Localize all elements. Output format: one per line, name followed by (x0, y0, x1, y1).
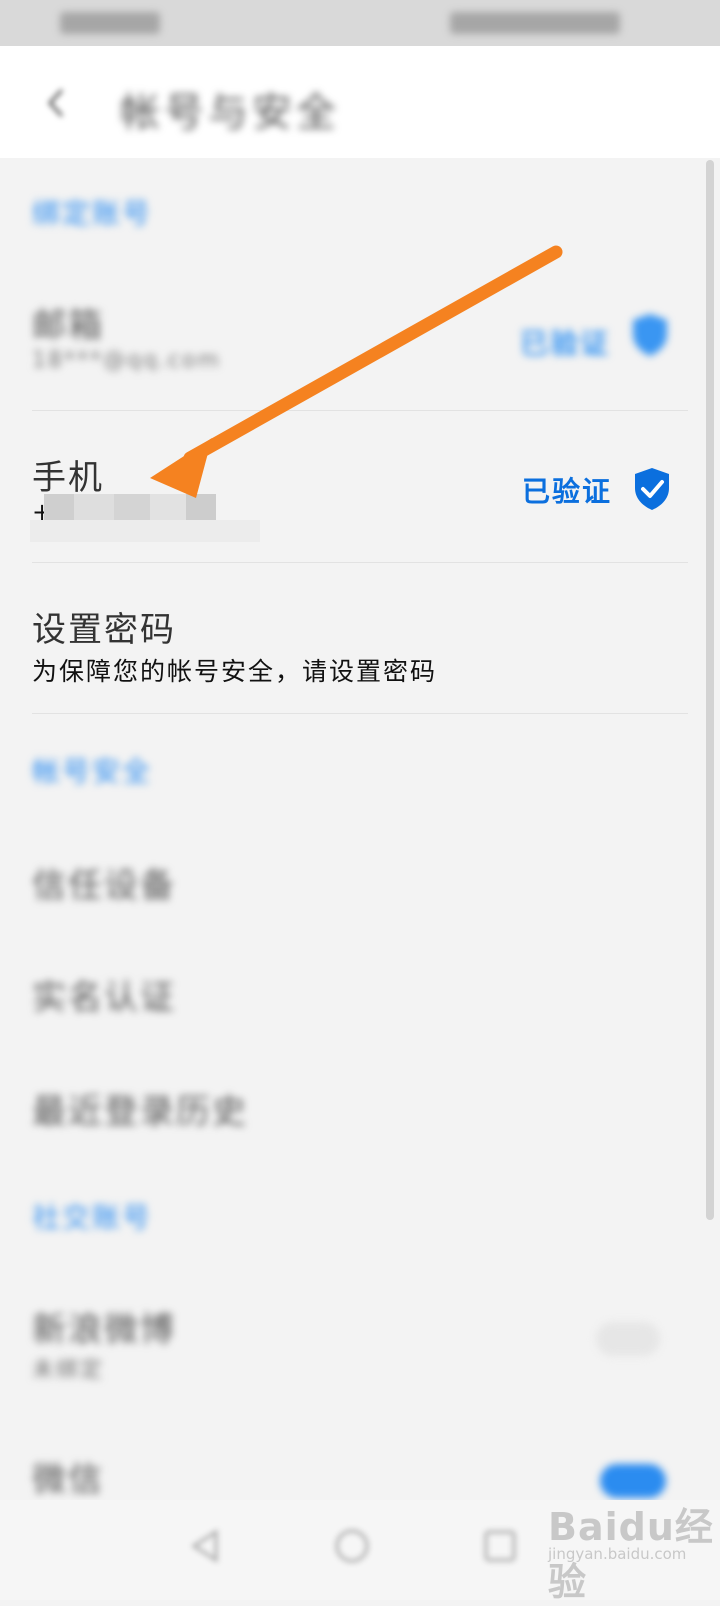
app-bar: 帐号与安全 (0, 46, 720, 158)
status-right-icons (450, 12, 620, 34)
divider (32, 713, 688, 714)
divider (32, 562, 688, 563)
email-value: 18***@qq.com (32, 348, 221, 373)
back-icon[interactable] (40, 86, 74, 120)
nav-back-icon[interactable] (186, 1526, 226, 1566)
weibo-toggle[interactable] (596, 1322, 660, 1356)
annotation-arrow (150, 245, 563, 498)
nav-home-icon[interactable] (332, 1526, 372, 1566)
weibo-title: 新浪微博 (32, 1310, 176, 1350)
list-item-real-name[interactable]: 实名认证 (32, 970, 176, 1019)
section-header-bound-accounts: 绑定账号 (32, 197, 153, 230)
section-header-account-security: 帐号安全 (32, 755, 153, 788)
nav-recents-icon[interactable] (480, 1526, 520, 1566)
wechat-title: 微信 (32, 1460, 104, 1500)
email-title: 邮箱 (32, 306, 104, 346)
wechat-toggle[interactable] (600, 1464, 666, 1498)
status-left-icons (60, 12, 160, 34)
shield-check-icon (633, 314, 667, 356)
list-item-login-history[interactable]: 最近登录历史 (32, 1084, 248, 1133)
phone-verified-label: 已验证 (522, 475, 613, 508)
phone-title: 手机 (32, 458, 104, 498)
page-title: 帐号与安全 (120, 90, 340, 136)
section-header-social: 社交账号 (32, 1201, 153, 1234)
list-item-trusted-devices[interactable]: 信任设备 (32, 858, 176, 907)
scrollbar[interactable] (706, 160, 714, 1220)
shield-check-icon (635, 468, 669, 510)
weibo-subtitle: 未绑定 (32, 1358, 105, 1383)
email-verified-label: 已验证 (520, 327, 611, 360)
password-subtitle: 为保障您的帐号安全，请设置密码 (32, 657, 438, 686)
divider (32, 410, 688, 411)
status-bar (0, 0, 720, 46)
baidu-watermark-url: jingyan.baidu.com (548, 1545, 687, 1563)
password-title: 设置密码 (32, 610, 176, 650)
